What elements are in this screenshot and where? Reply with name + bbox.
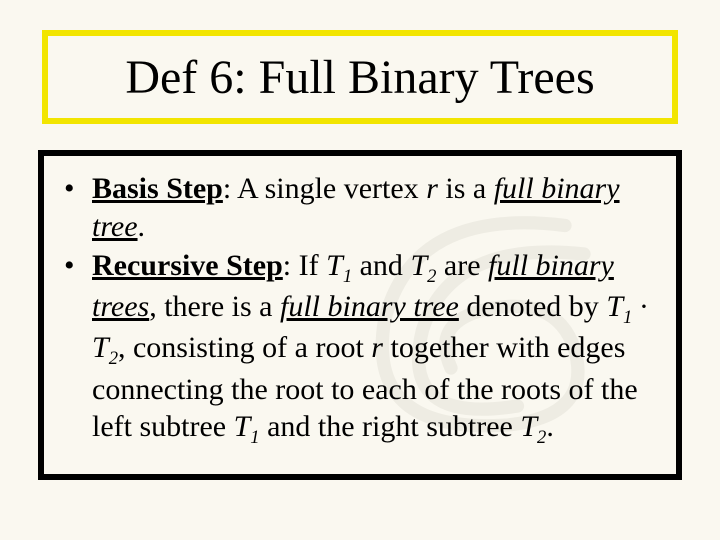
text: . xyxy=(138,210,146,243)
text: : If xyxy=(283,249,326,282)
var-T2: T xyxy=(410,249,427,282)
bullet-basis: Basis Step: A single vertex r is a full … xyxy=(64,170,656,245)
text: and the right subtree xyxy=(260,410,521,443)
basis-label: Basis Step xyxy=(92,172,223,205)
text: : A single vertex xyxy=(223,172,426,205)
bullet-recursive: Recursive Step: If T1 and T2 are full bi… xyxy=(64,247,656,449)
body-box: Basis Step: A single vertex r is a full … xyxy=(38,150,682,480)
sub-1: 1 xyxy=(343,266,352,287)
text: . xyxy=(546,410,554,443)
sub-1: 1 xyxy=(250,427,259,448)
term-full-binary-tree: full binary tree xyxy=(280,290,459,323)
text: is a xyxy=(438,172,494,205)
sub-2: 2 xyxy=(537,427,546,448)
text: denoted by xyxy=(459,290,606,323)
slide-title: Def 6: Full Binary Trees xyxy=(125,50,594,105)
text: and xyxy=(352,249,410,282)
var-r: r xyxy=(426,172,438,205)
var-r: r xyxy=(371,331,383,364)
var-T2: T xyxy=(520,410,537,443)
recursive-label: Recursive Step xyxy=(92,249,283,282)
bullet-list: Basis Step: A single vertex r is a full … xyxy=(64,170,656,449)
title-box: Def 6: Full Binary Trees xyxy=(42,30,678,124)
var-T1: T xyxy=(326,249,343,282)
text: , consisting of a root xyxy=(118,331,371,364)
text: are xyxy=(436,249,488,282)
var-T1: T xyxy=(234,410,251,443)
text: , there is a xyxy=(149,290,280,323)
